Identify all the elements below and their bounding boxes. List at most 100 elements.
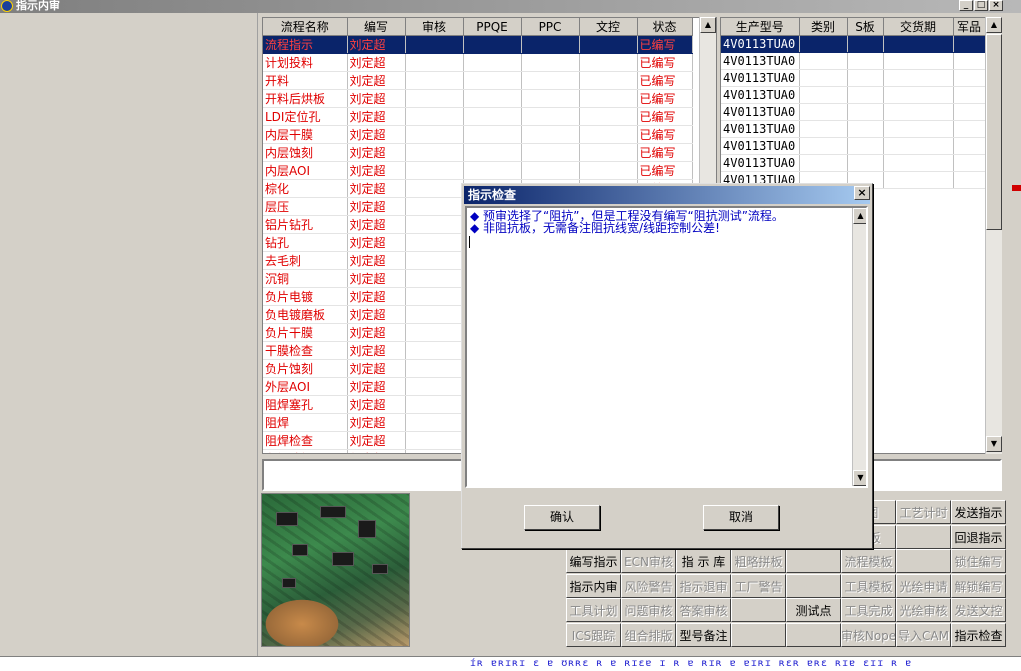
cell-name[interactable]: LDI定位孔 — [263, 107, 348, 126]
table-row[interactable]: 开料后烘板 刘定超 已编写 — [263, 89, 693, 108]
cell-empty[interactable] — [579, 143, 638, 162]
cell-author[interactable]: 刘定超 — [347, 305, 406, 324]
cell-author[interactable]: 刘定超 — [347, 413, 406, 432]
cell-empty[interactable] — [405, 359, 464, 378]
cell-empty[interactable] — [953, 35, 986, 53]
table-row[interactable]: 内层干膜 刘定超 已编写 — [263, 125, 693, 144]
cell-author[interactable]: 刘定超 — [347, 323, 406, 342]
toolbar-button-r4c1[interactable]: 指示内审 — [566, 574, 621, 598]
cell-empty[interactable] — [463, 35, 522, 54]
toolbar-button-r6c2[interactable]: 组合排版 — [621, 623, 676, 647]
cell-empty[interactable] — [847, 69, 884, 87]
cell-empty[interactable] — [521, 161, 580, 180]
cell-name[interactable]: 钻孔 — [263, 233, 348, 252]
column-header[interactable]: 类别 — [799, 18, 848, 36]
cell-empty[interactable] — [883, 69, 954, 87]
cell-empty[interactable] — [883, 35, 954, 53]
toolbar-button-empty[interactable] — [896, 525, 951, 549]
cell-empty[interactable] — [405, 305, 464, 324]
cell-model[interactable]: 4V0113TUA0 — [721, 137, 800, 155]
cell-author[interactable]: 刘定超 — [347, 287, 406, 306]
toolbar-button-r4c3[interactable]: 指示退审 — [676, 574, 731, 598]
cell-empty[interactable] — [953, 86, 986, 104]
toolbar-button-r4c7[interactable]: 光绘申请 — [896, 574, 951, 598]
cell-name[interactable]: 沉铜 — [263, 269, 348, 288]
cell-author[interactable]: 刘定超 — [347, 71, 406, 90]
cell-model[interactable]: 4V0113TUA0 — [721, 69, 800, 87]
cell-name[interactable]: 棕化 — [263, 179, 348, 198]
toolbar-button-r4c6[interactable]: 工具模板 — [841, 574, 896, 598]
cell-name[interactable]: 层压 — [263, 197, 348, 216]
cell-status[interactable]: 已编写 — [637, 161, 693, 180]
cell-empty[interactable] — [405, 161, 464, 180]
toolbar-button-r5c3[interactable]: 答案审核 — [676, 598, 731, 622]
cell-author[interactable]: 刘定超 — [347, 53, 406, 72]
scroll-up-icon[interactable]: ▲ — [853, 208, 866, 224]
scroll-down-icon[interactable]: ▼ — [986, 436, 1002, 452]
toolbar-button-empty[interactable] — [731, 623, 786, 647]
column-header[interactable]: 编写 — [347, 18, 406, 36]
cell-empty[interactable] — [953, 69, 986, 87]
cell-empty[interactable] — [405, 449, 464, 453]
table-row[interactable]: 开料 刘定超 已编写 — [263, 71, 693, 90]
cell-name[interactable]: 有铅喷锡 — [263, 449, 348, 453]
toolbar-button-empty[interactable] — [896, 549, 951, 573]
cell-empty[interactable] — [799, 35, 848, 53]
table-row[interactable]: 4V0113TUA0 — [721, 120, 986, 138]
cell-empty[interactable] — [953, 154, 986, 172]
toolbar-button-r4c8[interactable]: 解锁编写 — [951, 574, 1006, 598]
cell-name[interactable]: 负电镀磨板 — [263, 305, 348, 324]
cell-status[interactable]: 已编写 — [637, 35, 693, 54]
cell-empty[interactable] — [847, 103, 884, 121]
dialog-message-area[interactable]: ◆ 预审选择了“阻抗”，但是工程没有编写“阻抗测试”流程。 ◆ 非阻抗板，无需备… — [465, 206, 868, 488]
toolbar-button-r5c2[interactable]: 问题审核 — [621, 598, 676, 622]
cell-empty[interactable] — [579, 125, 638, 144]
cell-name[interactable]: 负片干膜 — [263, 323, 348, 342]
cell-empty[interactable] — [405, 35, 464, 54]
cell-status[interactable]: 已编写 — [637, 125, 693, 144]
toolbar-button-r5c8[interactable]: 发送文控 — [951, 598, 1006, 622]
cell-empty[interactable] — [405, 89, 464, 108]
close-icon[interactable]: × — [989, 0, 1003, 11]
cell-name[interactable]: 内层AOI — [263, 161, 348, 180]
cell-author[interactable]: 刘定超 — [347, 161, 406, 180]
column-header[interactable]: PPQE — [463, 18, 522, 36]
cell-empty[interactable] — [521, 71, 580, 90]
cell-author[interactable]: 刘定超 — [347, 449, 406, 453]
maximize-icon[interactable]: □ — [974, 0, 988, 11]
table-row[interactable]: 流程指示 刘定超 已编写 — [263, 35, 693, 54]
cell-empty[interactable] — [521, 107, 580, 126]
table-row[interactable]: 4V0113TUA0 — [721, 154, 986, 172]
cell-author[interactable]: 刘定超 — [347, 179, 406, 198]
toolbar-button-r1c8[interactable]: 发送指示 — [951, 500, 1006, 524]
cell-author[interactable]: 刘定超 — [347, 215, 406, 234]
table-row[interactable]: 4V0113TUA0 — [721, 52, 986, 70]
cell-author[interactable]: 刘定超 — [347, 341, 406, 360]
cell-empty[interactable] — [953, 137, 986, 155]
minimize-icon[interactable]: _ — [959, 0, 973, 11]
cell-empty[interactable] — [405, 125, 464, 144]
cell-empty[interactable] — [579, 89, 638, 108]
scroll-up-icon[interactable]: ▲ — [700, 17, 716, 33]
cell-empty[interactable] — [405, 53, 464, 72]
cell-empty[interactable] — [953, 103, 986, 121]
table-row[interactable]: 4V0113TUA0 — [721, 69, 986, 87]
cell-author[interactable]: 刘定超 — [347, 269, 406, 288]
cell-author[interactable]: 刘定超 — [347, 359, 406, 378]
cell-empty[interactable] — [799, 154, 848, 172]
cell-author[interactable]: 刘定超 — [347, 377, 406, 396]
cell-name[interactable]: 阻焊塞孔 — [263, 395, 348, 414]
cell-model[interactable]: 4V0113TUA0 — [721, 52, 800, 70]
cell-author[interactable]: 刘定超 — [347, 125, 406, 144]
cell-empty[interactable] — [847, 154, 884, 172]
toolbar-button-r6c8[interactable]: 指示检查 — [951, 623, 1006, 647]
cell-empty[interactable] — [521, 143, 580, 162]
cell-empty[interactable] — [405, 143, 464, 162]
cell-empty[interactable] — [405, 431, 464, 450]
toolbar-button-empty[interactable] — [731, 598, 786, 622]
table-row[interactable]: 4V0113TUA0 — [721, 35, 986, 53]
dialog-close-icon[interactable]: × — [854, 186, 870, 200]
model-grid-scrollbar[interactable]: ▲ ▼ — [985, 17, 1002, 454]
cell-empty[interactable] — [847, 137, 884, 155]
table-row[interactable]: 内层AOI 刘定超 已编写 — [263, 161, 693, 180]
